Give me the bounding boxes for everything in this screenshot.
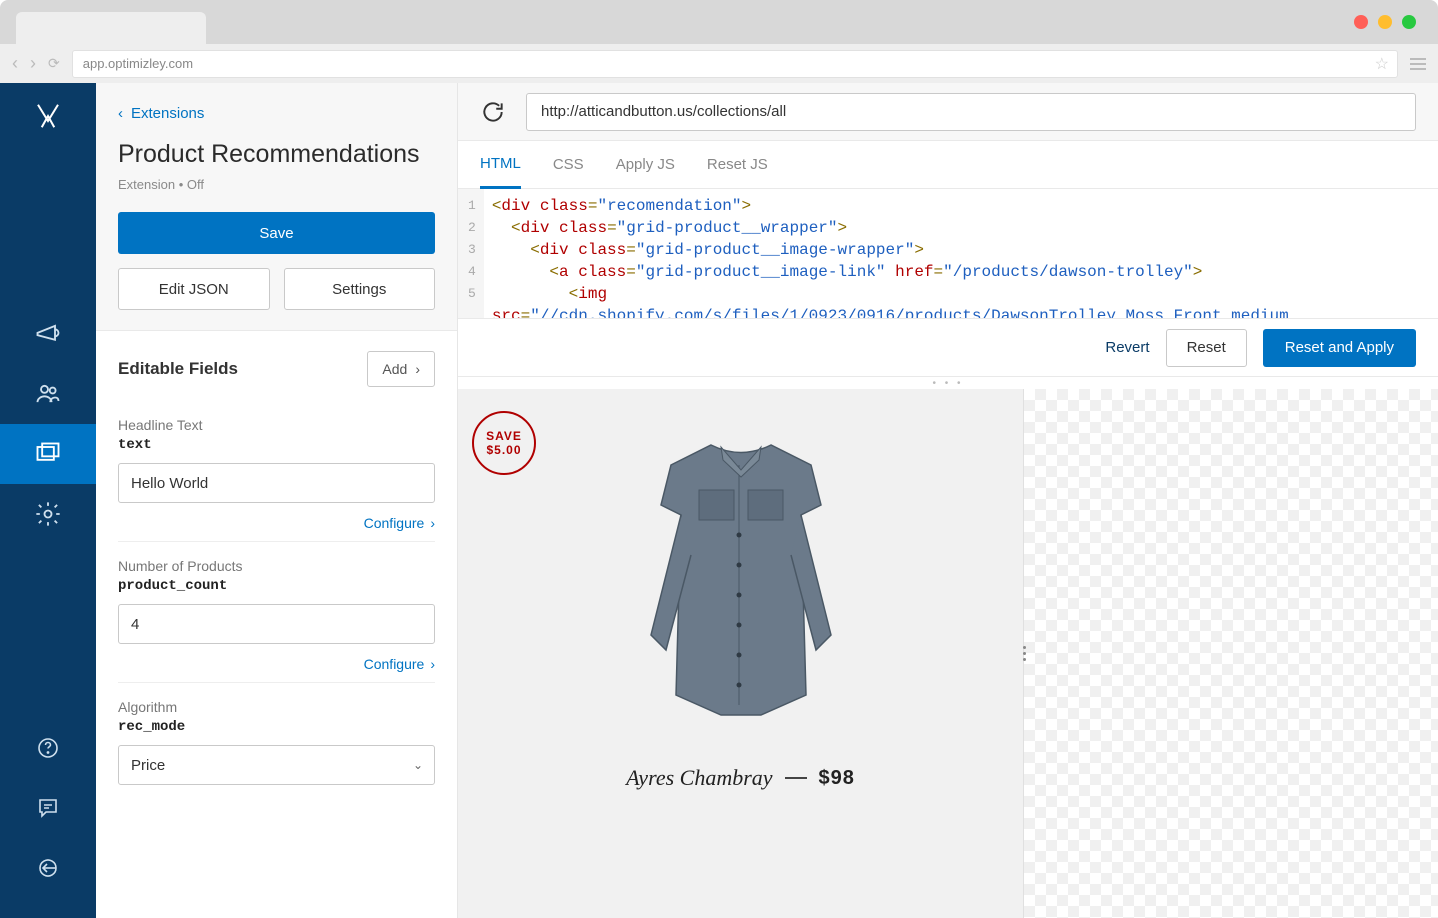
- field-select-rec-mode[interactable]: [118, 745, 435, 785]
- product-price: $98: [819, 767, 855, 790]
- field-code: text: [118, 437, 435, 453]
- chevron-right-icon: ›: [430, 656, 435, 672]
- bookmark-star-icon[interactable]: ☆: [1375, 54, 1389, 74]
- settings-button[interactable]: Settings: [284, 268, 436, 310]
- product-image: [611, 435, 871, 735]
- nav-help[interactable]: [0, 718, 96, 778]
- field-headline-text: Headline Text text Configure ›: [118, 401, 435, 541]
- tab-reset-js[interactable]: Reset JS: [707, 141, 768, 189]
- forward-icon[interactable]: ›: [30, 53, 36, 74]
- tab-html[interactable]: HTML: [480, 141, 521, 189]
- code-content[interactable]: <div class="recomendation"> <div class="…: [484, 189, 1307, 318]
- editable-fields-heading: Editable Fields: [118, 359, 238, 379]
- field-label: Headline Text: [118, 417, 435, 433]
- reload-icon[interactable]: ⟳: [48, 55, 60, 72]
- reset-button[interactable]: Reset: [1166, 329, 1247, 367]
- caption-divider: [785, 777, 807, 779]
- save-badge: SAVE $5.00: [472, 411, 536, 475]
- add-field-button[interactable]: Add ›: [367, 351, 435, 387]
- minimize-window-icon[interactable]: [1378, 15, 1392, 29]
- revert-button[interactable]: Revert: [1105, 339, 1149, 356]
- nav-feedback[interactable]: [0, 778, 96, 838]
- field-code: rec_mode: [118, 719, 435, 735]
- app-logo-icon[interactable]: [33, 101, 63, 134]
- reset-and-apply-button[interactable]: Reset and Apply: [1263, 329, 1416, 367]
- browser-address-bar[interactable]: app.optimizley.com ☆: [72, 50, 1398, 78]
- editor-sidebar: ‹ Extensions Product Recommendations Ext…: [96, 83, 458, 918]
- page-title: Product Recommendations: [118, 140, 435, 169]
- tab-css[interactable]: CSS: [553, 141, 584, 189]
- add-label: Add: [382, 361, 407, 377]
- code-editor[interactable]: 1 2 3 4 5 <div class="recomendation"> <d…: [458, 189, 1438, 319]
- field-number-of-products: Number of Products product_count Configu…: [118, 541, 435, 682]
- chevron-right-icon: ›: [430, 515, 435, 531]
- preview-pane: SAVE $5.00 Ayres C: [458, 389, 1438, 918]
- chevron-left-icon: ‹: [118, 105, 123, 122]
- nav-logout[interactable]: [0, 838, 96, 898]
- breadcrumb-back[interactable]: ‹ Extensions: [118, 105, 435, 122]
- browser-address-text: app.optimizley.com: [83, 56, 193, 71]
- breadcrumb-label: Extensions: [131, 105, 204, 122]
- badge-line1: SAVE: [486, 429, 522, 443]
- badge-line2: $5.00: [486, 443, 521, 457]
- configure-link[interactable]: Configure ›: [118, 515, 435, 531]
- field-code: product_count: [118, 578, 435, 594]
- browser-tab[interactable]: [16, 12, 206, 44]
- horizontal-resize-handle[interactable]: [1018, 634, 1030, 674]
- browser-chrome: ‹ › ⟳ app.optimizley.com ☆: [0, 0, 1438, 83]
- nav-settings[interactable]: [0, 484, 96, 544]
- tab-apply-js[interactable]: Apply JS: [616, 141, 675, 189]
- nav-campaigns[interactable]: [0, 304, 96, 364]
- preview-empty-area: [1023, 389, 1438, 918]
- back-icon[interactable]: ‹: [12, 53, 18, 74]
- preview-product-card: SAVE $5.00 Ayres C: [458, 389, 1023, 918]
- field-label: Algorithm: [118, 699, 435, 715]
- maximize-window-icon[interactable]: [1402, 15, 1416, 29]
- main-editor: HTML CSS Apply JS Reset JS 1 2 3 4 5 <di…: [458, 83, 1438, 918]
- nav-pages[interactable]: [0, 424, 96, 484]
- close-window-icon[interactable]: [1354, 15, 1368, 29]
- field-label: Number of Products: [118, 558, 435, 574]
- field-input-product-count[interactable]: [118, 604, 435, 644]
- nav-audiences[interactable]: [0, 364, 96, 424]
- code-gutter: 1 2 3 4 5: [458, 189, 484, 318]
- browser-menu-icon[interactable]: [1410, 58, 1426, 70]
- left-nav-rail: [0, 83, 96, 918]
- chevron-right-icon: ›: [415, 361, 420, 377]
- page-subtitle: Extension • Off: [118, 177, 435, 192]
- preview-url-input[interactable]: [526, 93, 1416, 131]
- field-algorithm: Algorithm rec_mode ⌄: [118, 682, 435, 795]
- edit-json-button[interactable]: Edit JSON: [118, 268, 270, 310]
- field-input-text[interactable]: [118, 463, 435, 503]
- code-actions: Revert Reset Reset and Apply: [458, 319, 1438, 377]
- configure-link[interactable]: Configure ›: [118, 656, 435, 672]
- window-controls: [1354, 15, 1416, 29]
- code-tabs: HTML CSS Apply JS Reset JS: [458, 141, 1438, 189]
- product-name: Ayres Chambray: [626, 765, 772, 791]
- reload-preview-icon[interactable]: [480, 99, 506, 125]
- product-caption: Ayres Chambray $98: [626, 765, 855, 791]
- vertical-resize-handle[interactable]: • • •: [458, 377, 1438, 389]
- save-button[interactable]: Save: [118, 212, 435, 254]
